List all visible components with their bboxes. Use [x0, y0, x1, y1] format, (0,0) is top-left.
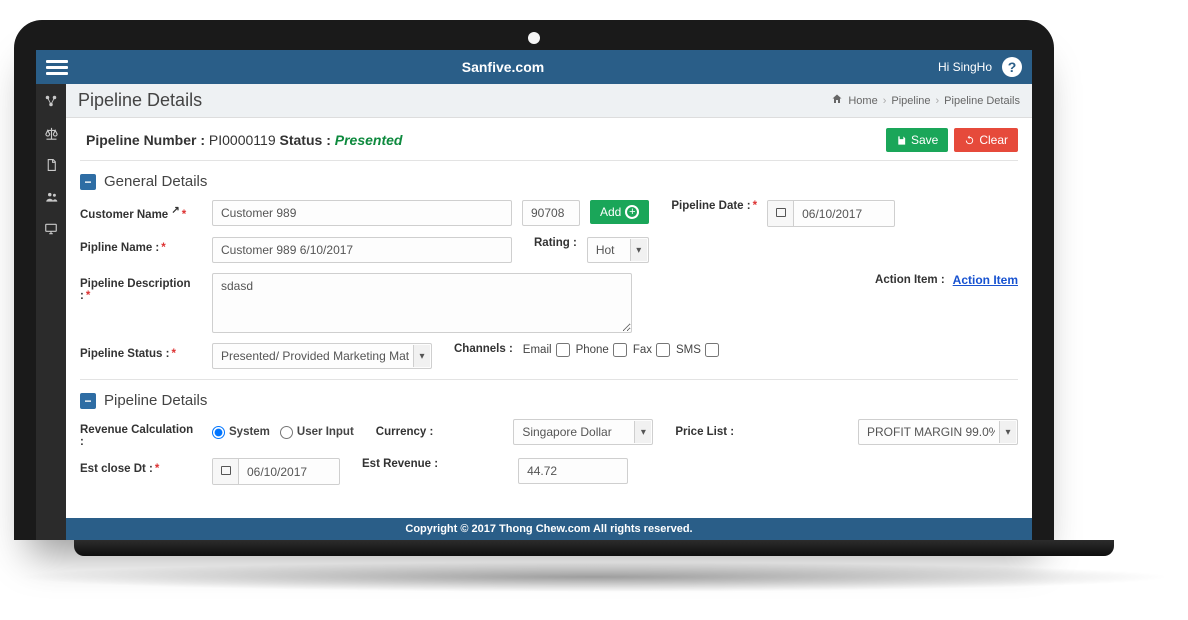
- section-pipeline-title: Pipeline Details: [104, 392, 207, 409]
- divider: [80, 379, 1018, 380]
- action-item-label: Action Item :: [875, 274, 945, 286]
- customer-name-input[interactable]: [212, 200, 512, 226]
- collapse-pipeline-icon[interactable]: −: [80, 393, 96, 409]
- est-close-field[interactable]: [212, 458, 340, 485]
- crumb-sep: ›: [936, 95, 940, 107]
- revenue-calc-label: Revenue Calculation :: [80, 419, 200, 448]
- document-icon[interactable]: [36, 156, 66, 174]
- save-button[interactable]: Save: [886, 128, 948, 152]
- revenue-userinput-radio[interactable]: User Input: [280, 426, 354, 439]
- pipeline-status-heading: Pipeline Number : PI0000119 Status : Pre…: [86, 132, 402, 148]
- pipline-name-input[interactable]: [212, 237, 512, 263]
- currency-label: Currency :: [376, 426, 434, 438]
- channels-label: Channels :: [454, 343, 513, 355]
- help-icon[interactable]: ?: [1002, 57, 1022, 77]
- crumb-details[interactable]: Pipeline Details: [944, 95, 1020, 107]
- pipeline-status-select[interactable]: Presented/ Provided Marketing Material: [212, 343, 432, 369]
- est-close-label: Est close Dt :*: [80, 458, 200, 475]
- channel-phone[interactable]: Phone: [576, 343, 627, 357]
- collapse-general-icon[interactable]: −: [80, 174, 96, 190]
- monitor-icon[interactable]: [36, 220, 66, 238]
- balance-icon[interactable]: [36, 124, 66, 142]
- users-icon[interactable]: [36, 188, 66, 206]
- rating-select[interactable]: Hot: [587, 237, 649, 263]
- customer-code-input[interactable]: [522, 200, 580, 226]
- price-list-select[interactable]: PROFIT MARGIN 99.0%: [858, 419, 1018, 445]
- main-content: Pipeline Number : PI0000119 Status : Pre…: [66, 118, 1032, 518]
- home-icon: [831, 93, 843, 108]
- pipeline-date-label: Pipeline Date :*: [671, 200, 757, 212]
- external-link-icon[interactable]: ↗: [171, 205, 179, 216]
- rating-label: Rating :: [534, 237, 577, 249]
- action-item-link[interactable]: Action Item: [953, 273, 1018, 287]
- crumb-sep: ›: [883, 95, 887, 107]
- est-revenue-label: Est Revenue :: [362, 458, 438, 470]
- price-list-label: Price List :: [675, 426, 734, 438]
- camera-dot: [528, 32, 540, 44]
- cluster-icon[interactable]: [36, 92, 66, 110]
- channel-fax[interactable]: Fax: [633, 343, 670, 357]
- pipeline-date-field[interactable]: [767, 200, 895, 227]
- pipline-name-label: Pipline Name :*: [80, 237, 200, 254]
- laptop-frame: Sanfive.com Hi SingHo ?: [14, 20, 1054, 540]
- sidebar: [36, 84, 66, 540]
- breadcrumb: Home › Pipeline › Pipeline Details: [831, 93, 1020, 108]
- app-screen: Sanfive.com Hi SingHo ?: [36, 50, 1032, 540]
- calendar-icon[interactable]: [213, 459, 239, 484]
- laptop-base: [14, 540, 1174, 580]
- description-label: Pipeline Description :*: [80, 273, 200, 302]
- brand-title: Sanfive.com: [68, 59, 938, 75]
- page-title: Pipeline Details: [78, 90, 202, 111]
- page-header: Pipeline Details Home › Pipeline › Pipel…: [66, 84, 1032, 118]
- footer: Copyright © 2017 Thong Chew.com All righ…: [66, 518, 1032, 540]
- section-general-title: General Details: [104, 173, 207, 190]
- channel-sms[interactable]: SMS: [676, 343, 719, 357]
- currency-select[interactable]: Singapore Dollar: [513, 419, 653, 445]
- user-greeting: Hi SingHo: [938, 60, 992, 74]
- calendar-icon[interactable]: [768, 201, 794, 226]
- crumb-home[interactable]: Home: [848, 95, 877, 107]
- pipeline-status-label: Pipeline Status :*: [80, 343, 200, 360]
- topbar: Sanfive.com Hi SingHo ?: [36, 50, 1032, 84]
- hamburger-icon[interactable]: [46, 60, 68, 75]
- add-button[interactable]: Add +: [590, 200, 649, 224]
- plus-icon: +: [625, 205, 639, 219]
- revenue-system-radio[interactable]: System: [212, 426, 270, 439]
- est-revenue-input[interactable]: [518, 458, 628, 484]
- crumb-pipeline[interactable]: Pipeline: [891, 95, 930, 107]
- clear-button[interactable]: Clear: [954, 128, 1018, 152]
- description-input[interactable]: sdasd: [212, 273, 632, 333]
- channel-email[interactable]: Email: [523, 343, 570, 357]
- customer-name-label: Customer Name ↗*: [80, 200, 200, 221]
